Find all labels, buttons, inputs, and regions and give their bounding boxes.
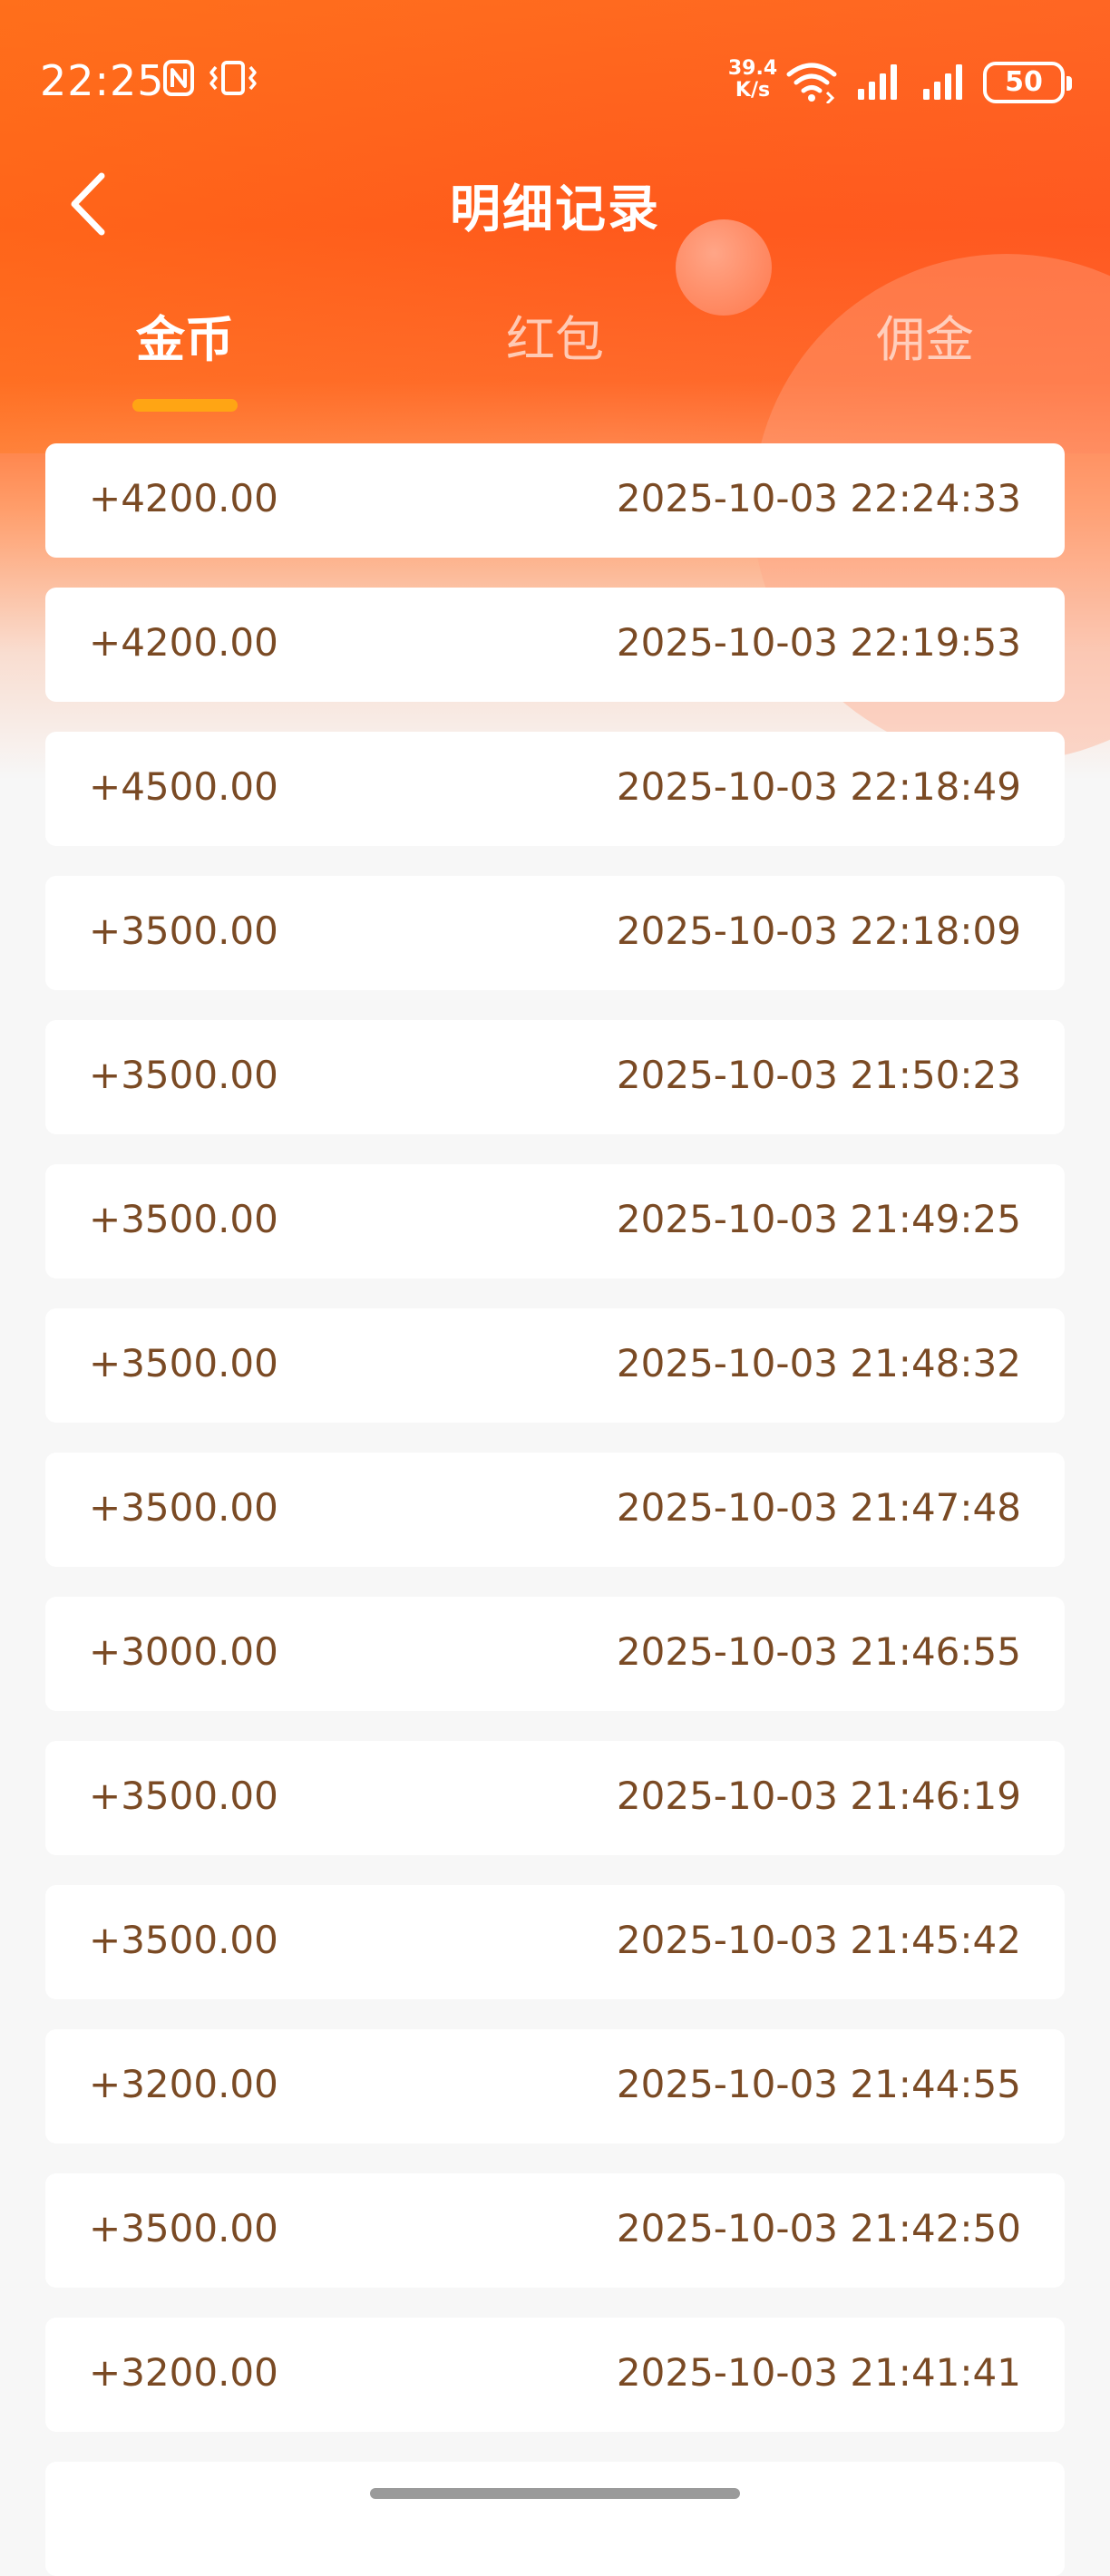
list-item[interactable]: +3500.00 2025-10-03 21:45:42 (45, 1885, 1065, 1999)
tab-red-packet[interactable]: 红包 (446, 299, 664, 371)
record-amount: +3200.00 (89, 2350, 278, 2395)
list-item[interactable]: +3500.00 2025-10-03 21:49:25 (45, 1164, 1065, 1278)
list-item[interactable]: +4500.00 2025-10-03 22:18:49 (45, 732, 1065, 846)
nfc-icon (163, 60, 194, 96)
record-amount: +3500.00 (89, 1485, 278, 1530)
record-time: 2025-10-03 21:44:55 (616, 2062, 1021, 2106)
network-speed-value: 39.4 (727, 57, 778, 80)
list-item[interactable]: +3500.00 2025-10-03 21:42:50 (45, 2173, 1065, 2288)
record-time: 2025-10-03 22:19:53 (616, 620, 1021, 665)
signal-icon (923, 64, 962, 100)
list-item[interactable]: +3000.00 2025-10-03 21:46:55 (45, 1597, 1065, 1711)
record-amount: +3000.00 (89, 1629, 278, 1674)
status-time: 22:25 (40, 56, 165, 105)
list-item[interactable]: +3200.00 2025-10-03 21:41:41 (45, 2318, 1065, 2432)
record-time: 2025-10-03 21:50:23 (616, 1053, 1021, 1097)
wifi-icon (786, 63, 837, 103)
record-amount: +4200.00 (89, 476, 278, 520)
tab-commission[interactable]: 佣金 (816, 299, 1034, 371)
record-amount: +3500.00 (89, 1341, 278, 1385)
record-time: 2025-10-03 21:46:19 (616, 1774, 1021, 1818)
list-item[interactable]: +3500.00 2025-10-03 21:46:19 (45, 1741, 1065, 1855)
record-amount: +4500.00 (89, 764, 278, 809)
network-speed-unit: K/s (735, 79, 771, 102)
record-amount: +3500.00 (89, 909, 278, 953)
record-amount: +3500.00 (89, 1774, 278, 1818)
network-speed: 39.4 K/s (725, 58, 780, 102)
page-title: 明细记录 (450, 180, 660, 239)
record-time: 2025-10-03 21:41:41 (616, 2350, 1021, 2395)
record-time: 2025-10-03 21:42:50 (616, 2206, 1021, 2250)
record-time: 2025-10-03 22:24:33 (616, 476, 1021, 520)
record-amount: +3500.00 (89, 1053, 278, 1097)
record-time: 2025-10-03 21:46:55 (616, 1629, 1021, 1674)
record-time: 2025-10-03 21:47:48 (616, 1485, 1021, 1530)
list-item[interactable]: +3500.00 2025-10-03 22:18:09 (45, 876, 1065, 990)
record-time: 2025-10-03 22:18:49 (616, 764, 1021, 809)
record-amount: +3500.00 (89, 1918, 278, 1962)
tab-coins[interactable]: 金币 (76, 299, 294, 371)
list-item[interactable]: +3200.00 2025-10-03 21:44:55 (45, 2029, 1065, 2143)
record-time: 2025-10-03 21:49:25 (616, 1197, 1021, 1241)
list-item[interactable]: +3500.00 2025-10-03 21:48:32 (45, 1308, 1065, 1423)
record-amount: +4200.00 (89, 620, 278, 665)
signal-icon (858, 64, 897, 100)
record-time: 2025-10-03 21:48:32 (616, 1341, 1021, 1385)
home-indicator[interactable] (370, 2488, 740, 2499)
list-item[interactable]: +3500.00 2025-10-03 21:47:48 (45, 1453, 1065, 1567)
record-amount: +3200.00 (89, 2062, 278, 2106)
status-bar: 22:25 39.4 K/s 50 (0, 0, 1110, 163)
list-item[interactable]: +3500.00 2025-10-03 21:50:23 (45, 1020, 1065, 1134)
list-item[interactable]: +4200.00 2025-10-03 22:24:33 (45, 443, 1065, 558)
tab-indicator (132, 399, 238, 412)
list-item[interactable] (45, 2462, 1065, 2576)
vibrate-icon (209, 61, 257, 95)
battery-icon: 50 (983, 62, 1072, 103)
record-amount: +3500.00 (89, 2206, 278, 2250)
list-item[interactable]: +4200.00 2025-10-03 22:19:53 (45, 588, 1065, 702)
record-time: 2025-10-03 21:45:42 (616, 1918, 1021, 1962)
record-amount: +3500.00 (89, 1197, 278, 1241)
record-time: 2025-10-03 22:18:09 (616, 909, 1021, 953)
